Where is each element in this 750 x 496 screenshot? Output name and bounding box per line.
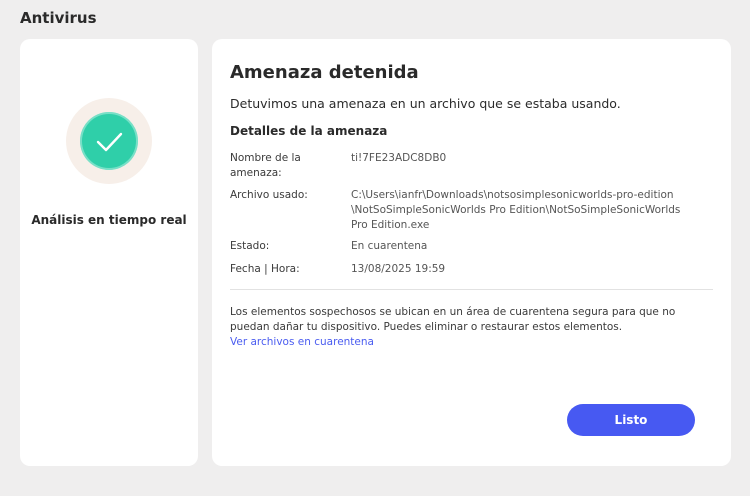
quarantine-note: Los elementos sospechosos se ubican en u… [230, 306, 676, 333]
realtime-scan-label: Análisis en tiempo real [31, 213, 187, 227]
done-button[interactable]: Listo [567, 404, 695, 436]
antivirus-window: Antivirus Análisis en tiempo real Amenaz… [0, 0, 750, 496]
threat-details-card: Amenaza detenida Detuvimos una amenaza e… [212, 39, 731, 466]
threat-description: Detuvimos una amenaza en un archivo que … [230, 96, 621, 111]
detail-value-datetime: 13/08/2025 19:59 [351, 263, 446, 275]
threat-title: Amenaza detenida [230, 62, 419, 83]
detail-value-file: C:\Users\ianfr\Downloads\notsosimplesoni… [351, 189, 681, 231]
details-heading: Detalles de la amenaza [230, 124, 388, 138]
divider [230, 289, 713, 290]
detail-label-name: Nombre de la amenaza: [230, 152, 301, 179]
detail-label-datetime: Fecha | Hora: [230, 263, 300, 275]
checkmark-icon [96, 132, 123, 152]
detail-label-file: Archivo usado: [230, 189, 308, 201]
detail-label-status: Estado: [230, 240, 270, 252]
view-quarantine-link[interactable]: Ver archivos en cuarentena [230, 336, 374, 348]
detail-value-status: En cuarentena [351, 240, 428, 252]
status-circle [80, 112, 138, 170]
app-title: Antivirus [20, 9, 97, 27]
realtime-scan-card: Análisis en tiempo real [20, 39, 198, 466]
detail-value-name: ti!7FE23ADC8DB0 [351, 152, 447, 164]
status-indicator [66, 98, 152, 184]
